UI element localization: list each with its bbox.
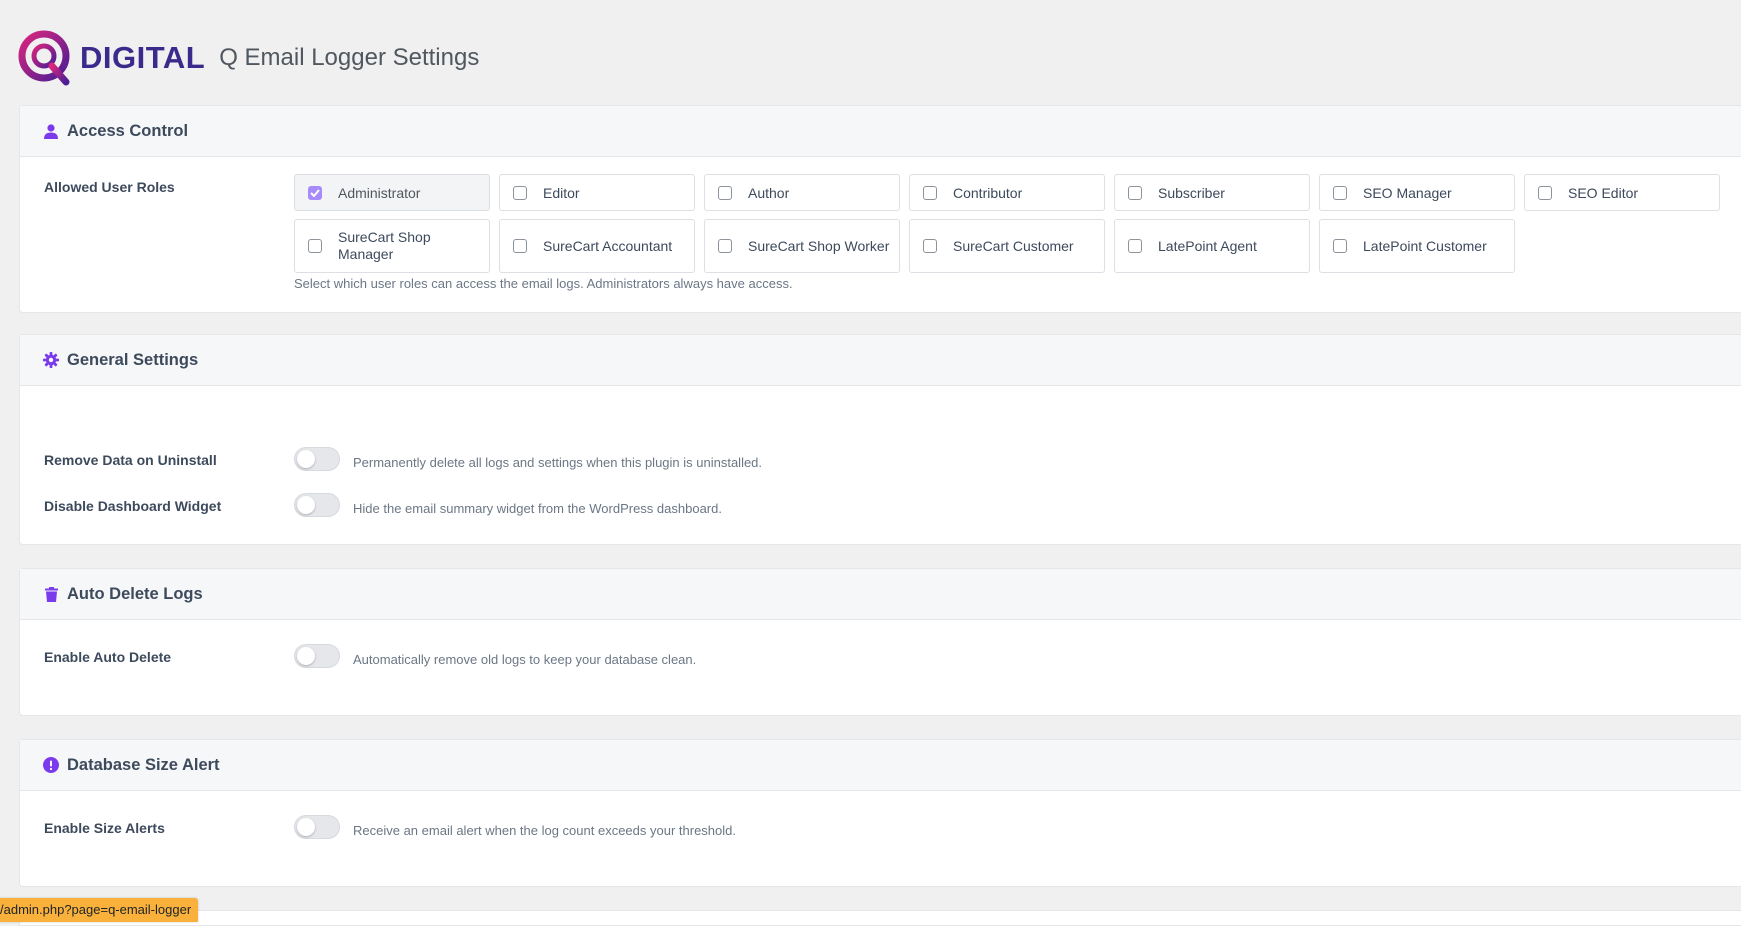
card-header: Auto Delete Logs — [20, 569, 1741, 620]
checkbox[interactable] — [1333, 185, 1347, 200]
remove-data-label: Remove Data on Uninstall — [44, 452, 217, 468]
role-checkbox-surecart-customer[interactable]: SureCart Customer — [909, 219, 1105, 273]
role-label: Contributor — [953, 184, 1023, 201]
size-alerts-toggle[interactable] — [294, 815, 340, 839]
role-label: Author — [748, 184, 790, 201]
checkbox[interactable] — [308, 185, 322, 200]
role-checkbox-surecart-accountant[interactable]: SureCart Accountant — [499, 219, 695, 273]
trash-icon — [43, 586, 59, 602]
role-checkbox-seo-editor[interactable]: SEO Editor — [1524, 174, 1720, 211]
role-checkbox-latepoint-agent[interactable]: LatePoint Agent — [1114, 219, 1310, 273]
role-label: LatePoint Customer — [1363, 237, 1487, 254]
remove-data-help: Permanently delete all logs and settings… — [353, 455, 763, 470]
disable-widget-help: Hide the email summary widget from the W… — [353, 501, 722, 516]
card-title: General Settings — [67, 350, 199, 369]
gear-icon — [43, 352, 59, 368]
checkbox[interactable] — [1538, 185, 1552, 200]
disable-widget-label: Disable Dashboard Widget — [44, 498, 222, 514]
role-label: SureCart Customer — [953, 237, 1074, 254]
roles-help-text: Select which user roles can access the e… — [294, 276, 793, 291]
access-control-card: Access Control Allowed User Roles Admini… — [19, 105, 1741, 313]
disable-widget-toggle[interactable] — [294, 493, 340, 517]
remove-data-toggle[interactable] — [294, 447, 340, 471]
enable-auto-delete-label: Enable Auto Delete — [44, 649, 172, 665]
q-logo-icon — [18, 30, 70, 86]
role-label: Administrator — [338, 184, 421, 201]
card-header: Database Size Alert — [20, 740, 1741, 791]
role-checkbox-administrator[interactable]: Administrator — [294, 174, 490, 211]
checkbox[interactable] — [718, 239, 732, 253]
role-checkbox-surecart-shop-worker[interactable]: SureCart Shop Worker — [704, 219, 900, 273]
auto-delete-help: Automatically remove old logs to keep yo… — [353, 652, 697, 667]
enable-size-alerts-label: Enable Size Alerts — [44, 820, 165, 836]
role-label: SureCart Shop Manager — [338, 229, 431, 262]
checkbox[interactable] — [513, 239, 527, 253]
role-label: SureCart Shop Worker — [748, 237, 890, 254]
auto-delete-card: Auto Delete Logs Enable Auto Delete Auto… — [19, 568, 1741, 716]
page-header: DIGITAL Q Email Logger Settings — [18, 28, 479, 88]
size-alerts-help: Receive an email alert when the log coun… — [353, 823, 736, 838]
digital-logo[interactable]: DIGITAL — [18, 30, 205, 86]
toggle-knob — [297, 818, 315, 836]
status-url-tooltip: /admin.php?page=q-email-logger — [0, 898, 199, 922]
logo-text: DIGITAL — [80, 40, 206, 75]
checkbox[interactable] — [1128, 239, 1142, 253]
card-title: Auto Delete Logs — [67, 584, 203, 603]
card-title: Access Control — [67, 121, 189, 140]
role-label: SureCart Accountant — [543, 237, 673, 254]
page-title: Q Email Logger Settings — [219, 44, 480, 71]
user-icon — [43, 123, 59, 139]
card-header: Access Control — [20, 106, 1741, 157]
general-settings-card: General Settings Remove Data on Uninstal… — [19, 334, 1741, 545]
db-size-alert-card: Database Size Alert Enable Size Alerts R… — [19, 739, 1741, 887]
card-header: General Settings — [20, 335, 1741, 386]
card-title: Database Size Alert — [67, 755, 220, 774]
role-label: SEO Editor — [1568, 184, 1639, 201]
role-label: Subscriber — [1158, 184, 1225, 201]
auto-delete-toggle[interactable] — [294, 644, 340, 668]
checkbox[interactable] — [1333, 239, 1347, 253]
checkbox[interactable] — [1128, 185, 1142, 200]
role-checkbox-seo-manager[interactable]: SEO Manager — [1319, 174, 1515, 211]
checkbox[interactable] — [923, 185, 937, 200]
role-label: LatePoint Agent — [1158, 237, 1257, 254]
next-card-edge — [19, 910, 1741, 926]
toggle-knob — [297, 450, 315, 468]
role-label: SEO Manager — [1363, 184, 1452, 201]
checkbox[interactable] — [718, 185, 732, 200]
checkbox[interactable] — [513, 185, 527, 200]
toggle-knob — [297, 647, 315, 665]
role-checkbox-subscriber[interactable]: Subscriber — [1114, 174, 1310, 211]
checkbox[interactable] — [308, 239, 322, 253]
role-checkbox-contributor[interactable]: Contributor — [909, 174, 1105, 211]
alert-circle-icon — [43, 757, 59, 773]
role-label: Editor — [543, 184, 580, 201]
role-checkbox-editor[interactable]: Editor — [499, 174, 695, 211]
role-checkbox-author[interactable]: Author — [704, 174, 900, 211]
allowed-roles-label: Allowed User Roles — [44, 179, 175, 195]
role-checkbox-surecart-shop-manager[interactable]: SureCart Shop Manager — [294, 219, 490, 273]
checkbox[interactable] — [923, 239, 937, 253]
toggle-knob — [297, 496, 315, 514]
role-checkbox-latepoint-customer[interactable]: LatePoint Customer — [1319, 219, 1515, 273]
